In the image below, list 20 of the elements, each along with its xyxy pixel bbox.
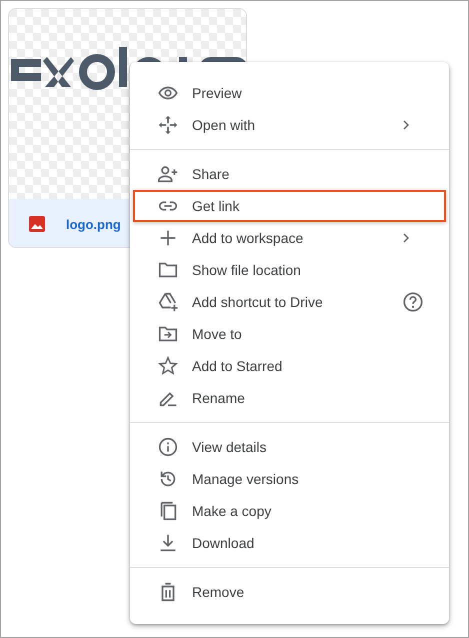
menu-item[interactable]: Rename	[133, 382, 446, 414]
chevron-right-icon	[401, 233, 411, 243]
chevron-right-icon	[401, 120, 411, 130]
file-name: logo.png	[66, 216, 121, 232]
menu-item[interactable]: Remove	[133, 576, 446, 608]
menu-item[interactable]: Move to	[133, 318, 446, 350]
move-arrows-icon	[157, 114, 179, 136]
menu-item[interactable]: Add shortcut to Drive	[133, 286, 446, 318]
help-icon[interactable]	[402, 291, 424, 313]
menu-item[interactable]: Make a copy	[133, 495, 446, 527]
menu-item[interactable]: View details	[133, 431, 446, 463]
menu-item[interactable]: Show file location	[133, 254, 446, 286]
info-icon	[157, 436, 179, 458]
star-icon	[157, 355, 179, 377]
image-file-icon	[29, 216, 45, 232]
menu-item[interactable]: Get link	[133, 190, 446, 222]
menu-item[interactable]: Add to Starred	[133, 350, 446, 382]
menu-item[interactable]: Download	[133, 527, 446, 559]
drive-plus-icon	[157, 291, 179, 313]
menu-item[interactable]: Manage versions	[133, 463, 446, 495]
